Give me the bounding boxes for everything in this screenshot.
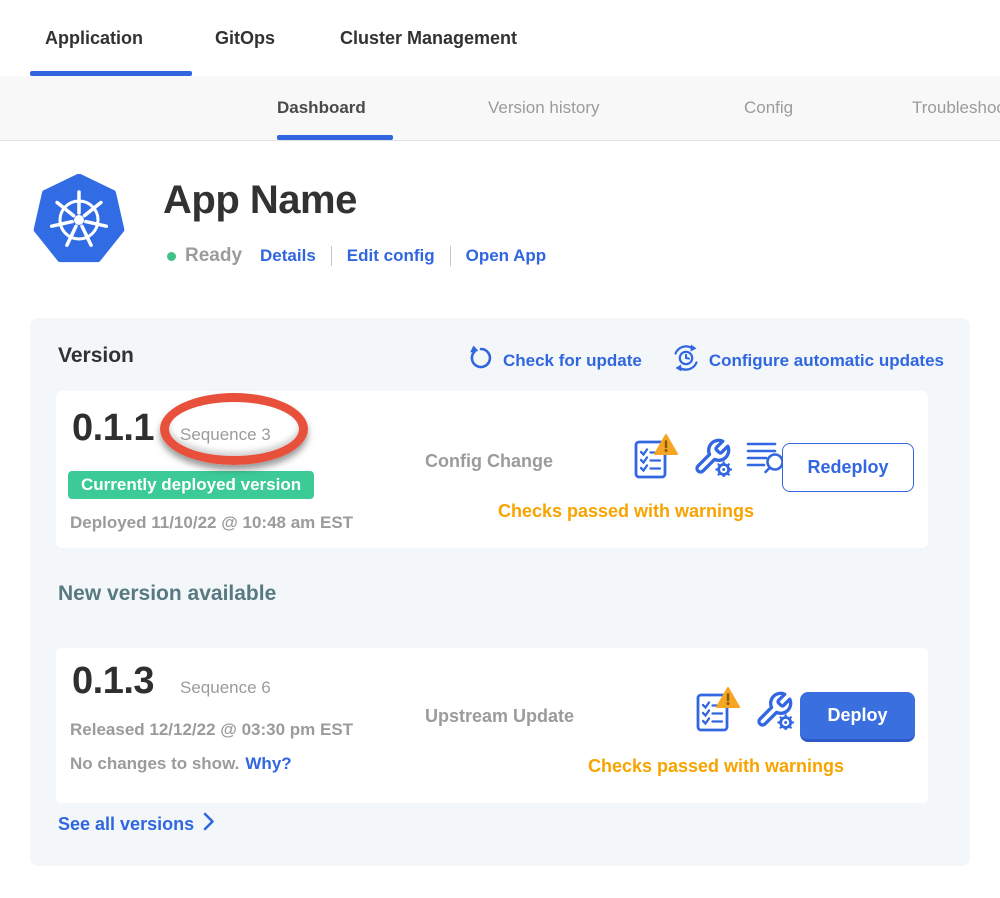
active-secondary-tab-indicator: [277, 135, 393, 140]
secondary-nav: Dashboard Version history Config Trouble…: [0, 76, 1000, 141]
refresh-icon: [468, 345, 494, 376]
deployed-timestamp: Deployed 11/10/22 @ 10:48 am EST: [70, 513, 353, 533]
current-version-sequence: Sequence 3: [180, 425, 271, 445]
page-title: App Name: [163, 178, 357, 223]
available-version-icons: [694, 686, 794, 739]
details-link[interactable]: Details: [260, 246, 316, 266]
tab-application[interactable]: Application: [45, 0, 143, 76]
edit-config-link[interactable]: Edit config: [347, 246, 435, 266]
why-link[interactable]: Why?: [245, 754, 291, 773]
new-version-heading: New version available: [58, 582, 276, 606]
configure-automatic-updates-label: Configure automatic updates: [709, 351, 944, 371]
current-version-number: 0.1.1: [72, 407, 154, 450]
current-version-row: 0.1.1 Sequence 3 Currently deployed vers…: [56, 391, 928, 548]
configure-automatic-updates-link[interactable]: Configure automatic updates: [672, 344, 944, 377]
schedule-icon: [672, 344, 700, 377]
tab-cluster-management[interactable]: Cluster Management: [340, 0, 517, 76]
redeploy-button[interactable]: Redeploy: [782, 443, 914, 492]
preflight-checklist-warning-icon[interactable]: [694, 686, 740, 739]
checks-status-text: Checks passed with warnings: [536, 756, 896, 777]
tab-troubleshoot[interactable]: Troubleshoot: [912, 76, 1000, 140]
no-changes-text: No changes to show. Why?: [70, 754, 292, 774]
version-source-label: Upstream Update: [425, 706, 574, 727]
see-all-versions-label: See all versions: [58, 814, 194, 835]
tab-version-history[interactable]: Version history: [488, 76, 600, 140]
divider: [450, 246, 451, 266]
preflight-checklist-warning-icon[interactable]: [632, 433, 678, 486]
wrench-gear-icon[interactable]: [754, 690, 794, 735]
open-app-link[interactable]: Open App: [466, 246, 547, 266]
file-search-icon[interactable]: [746, 439, 786, 480]
ready-status-dot-icon: [167, 252, 176, 261]
currently-deployed-badge: Currently deployed version: [68, 471, 314, 499]
version-card-title: Version: [58, 344, 134, 368]
status-label: Ready: [185, 245, 242, 267]
available-version-sequence: Sequence 6: [180, 678, 271, 698]
released-timestamp: Released 12/12/22 @ 03:30 pm EST: [70, 720, 353, 740]
see-all-versions-link[interactable]: See all versions: [58, 812, 215, 836]
tab-config[interactable]: Config: [744, 76, 793, 140]
chevron-right-icon: [203, 812, 215, 836]
wrench-gear-icon[interactable]: [692, 437, 732, 482]
tab-gitops[interactable]: GitOps: [215, 0, 275, 76]
divider: [331, 246, 332, 266]
version-source-label: Config Change: [425, 451, 553, 472]
deploy-button[interactable]: Deploy: [800, 692, 915, 742]
available-version-number: 0.1.3: [72, 660, 154, 703]
tab-dashboard[interactable]: Dashboard: [277, 76, 366, 140]
check-for-update-link[interactable]: Check for update: [468, 345, 642, 376]
primary-nav: Application GitOps Cluster Management: [0, 0, 1000, 76]
current-version-icons: [632, 433, 786, 486]
check-for-update-label: Check for update: [503, 351, 642, 371]
checks-status-text: Checks passed with warnings: [456, 501, 796, 522]
version-card-actions: Check for update Configure automatic upd…: [468, 344, 944, 377]
app-status-row: Ready Details Edit config Open App: [167, 242, 546, 270]
no-changes-label: No changes to show.: [70, 754, 239, 773]
version-card: Version Check for update: [30, 318, 970, 866]
available-version-row: 0.1.3 Sequence 6 Released 12/12/22 @ 03:…: [56, 648, 928, 803]
app-dashboard-page: Application GitOps Cluster Management Da…: [0, 0, 1000, 898]
kubernetes-logo-icon: [33, 174, 125, 271]
